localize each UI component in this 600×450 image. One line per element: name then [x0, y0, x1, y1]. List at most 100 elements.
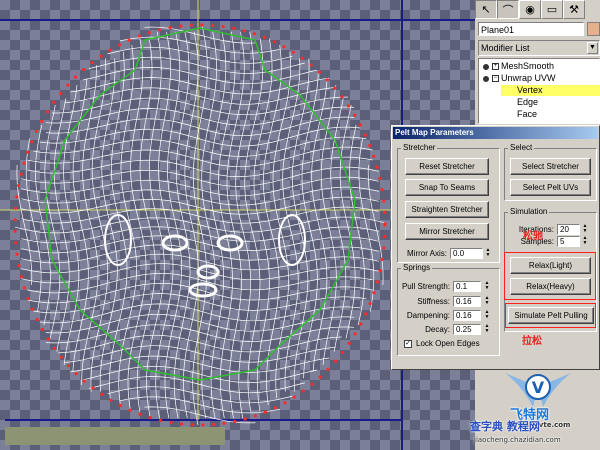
left-eye-hole	[161, 234, 189, 252]
dampening-spinner[interactable]: ▲ ▼	[484, 310, 490, 321]
stretcher-point	[19, 172, 23, 176]
modifier-stack[interactable]: + MeshSmooth − Unwrap UVW Vertex Edge Face	[478, 58, 600, 124]
collapse-icon[interactable]: −	[492, 75, 499, 83]
stretcher-point	[233, 419, 237, 424]
stack-item-unwrap-uvw[interactable]: − Unwrap UVW	[483, 73, 556, 84]
stretcher-point	[292, 395, 296, 399]
stiffness-spinner[interactable]: ▲ ▼	[484, 296, 490, 307]
straighten-stretcher-button[interactable]: Straighten Stretcher	[405, 201, 489, 218]
stretcher-point	[252, 32, 256, 36]
mirror-axis-spinner[interactable]: ▲ ▼	[485, 248, 491, 259]
samples-input[interactable]: 5	[557, 236, 580, 247]
mesh-column-line	[109, 51, 128, 399]
mesh-row-line	[107, 46, 293, 64]
mirror-stretcher-button[interactable]: Mirror Stretcher	[405, 223, 489, 240]
stretcher-point	[380, 188, 384, 192]
select-group-title: Select	[508, 143, 535, 153]
svg-text:V: V	[532, 378, 545, 397]
stretcher-point	[380, 257, 384, 261]
pull-strength-spinner[interactable]: ▲ ▼	[484, 281, 490, 292]
stiffness-input[interactable]: 0.16	[453, 296, 481, 307]
springs-group-title: Springs	[401, 263, 433, 273]
stretcher-point	[14, 206, 18, 210]
iterations-spinner[interactable]: ▲ ▼	[582, 224, 588, 235]
hammer-icon: ⚒	[569, 3, 579, 16]
stiffness-label: Stiffness:	[417, 297, 450, 306]
modifier-list-dropdown[interactable]: Modifier List ▼	[478, 40, 600, 56]
stretcher-point	[347, 341, 351, 345]
stretcher-point	[40, 327, 44, 332]
bend-icon: ⌒	[502, 3, 514, 17]
samples-spinner[interactable]: ▲ ▼	[582, 236, 588, 247]
stretcher-group-title: Stretcher	[401, 143, 438, 153]
stack-item-meshsmooth[interactable]: + MeshSmooth	[483, 61, 554, 72]
select-stretcher-button[interactable]: Select Stretcher	[510, 158, 591, 175]
mesh-row-line	[27, 146, 373, 168]
utilities-tab[interactable]: ⚒	[563, 0, 585, 19]
object-color-swatch[interactable]	[587, 22, 600, 36]
stretcher-point	[59, 355, 63, 359]
create-tab[interactable]: ↖	[475, 0, 497, 19]
object-name-field[interactable]: Plane01	[478, 22, 584, 36]
stretcher-point	[148, 416, 152, 420]
decay-spinner[interactable]: ▲ ▼	[484, 324, 490, 335]
stretcher-point	[46, 337, 50, 341]
stretcher-point	[378, 176, 382, 180]
stretcher-point	[364, 312, 368, 316]
stretcher-point	[91, 386, 95, 390]
stretcher-point	[375, 280, 379, 284]
mesh-row-line	[39, 126, 361, 147]
stretcher-point	[346, 104, 351, 108]
chevron-down-icon[interactable]: ▼	[587, 42, 598, 54]
display-tab[interactable]: ▭	[541, 0, 563, 19]
iterations-input[interactable]: 20	[557, 224, 580, 235]
reset-stretcher-button[interactable]: Reset Stretcher	[405, 158, 489, 175]
decay-input[interactable]: 0.25	[453, 324, 481, 335]
stretcher-point	[22, 286, 26, 290]
modify-tab[interactable]: ⌒	[497, 0, 519, 19]
pull-strength-input[interactable]: 0.1	[453, 281, 481, 292]
stack-item-edge[interactable]: Edge	[517, 97, 538, 108]
stretcher-point	[19, 275, 23, 279]
mesh-row-line	[64, 87, 336, 105]
right-eye-hole	[216, 234, 244, 252]
stretcher-point	[317, 70, 321, 74]
stretcher-point	[325, 78, 329, 82]
mesh-column-line	[320, 84, 337, 365]
lock-open-edges-label: Lock Open Edges	[416, 339, 480, 348]
stretcher-point	[100, 392, 104, 396]
stretcher-point	[326, 367, 330, 371]
stretcher-point	[179, 24, 183, 28]
lock-open-edges-checkbox[interactable]: ✓	[404, 340, 412, 348]
bulb-icon[interactable]	[483, 75, 489, 82]
modifier-list-label: Modifier List	[481, 43, 530, 53]
stack-item-face[interactable]: Face	[517, 109, 537, 120]
stretcher-point	[180, 422, 184, 426]
stretcher-point	[45, 110, 50, 114]
stretcher-point	[262, 35, 267, 40]
window-title[interactable]: Pelt Map Parameters	[393, 127, 598, 139]
dampening-input[interactable]: 0.16	[453, 310, 481, 321]
snap-to-seams-button[interactable]: Snap To Seams	[405, 179, 489, 196]
hierarchy-tab[interactable]: ◉	[519, 0, 541, 19]
mesh-row-line	[119, 396, 281, 414]
stretcher-point	[232, 26, 236, 30]
mirror-axis-input[interactable]: 0.0	[450, 248, 483, 259]
select-pelt-uvs-button[interactable]: Select Pelt UVs	[510, 179, 591, 196]
expand-icon[interactable]: +	[492, 63, 499, 71]
stretcher-point	[90, 61, 94, 65]
stretcher-point	[189, 23, 193, 27]
mesh-row-line	[70, 355, 330, 373]
stretcher-point	[333, 86, 337, 90]
stack-item-vertex[interactable]: Vertex	[501, 85, 600, 96]
stretcher-point	[137, 34, 141, 38]
stretcher-point	[22, 161, 26, 165]
stretcher-point	[26, 297, 30, 301]
stretcher-point	[300, 56, 304, 61]
bulb-icon[interactable]	[483, 63, 489, 70]
stretcher-point	[318, 375, 322, 379]
stretcher-point	[73, 75, 78, 79]
stretcher-point	[363, 133, 367, 137]
stretcher-point	[15, 252, 19, 256]
mouth-hole	[188, 282, 218, 298]
